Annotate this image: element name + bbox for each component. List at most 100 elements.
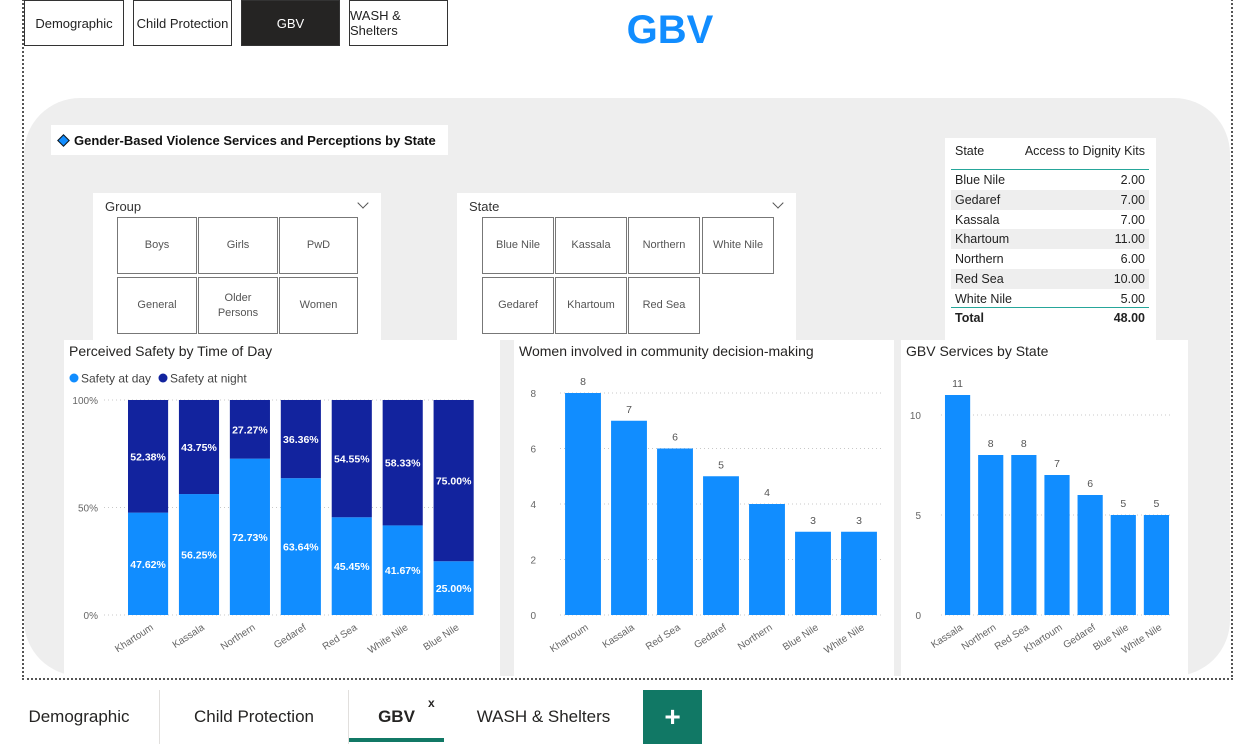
row-state: Kassala <box>955 213 1000 227</box>
bar <box>1077 495 1103 615</box>
x-tick-label: Red Sea <box>321 622 360 653</box>
x-tick-label: Northern <box>960 622 999 652</box>
bar <box>1143 515 1170 615</box>
data-label: 8 <box>1021 438 1027 450</box>
x-tick-label: Red Sea <box>644 622 683 653</box>
x-tick-label: White Nile <box>822 622 867 656</box>
table-row: Blue Nile 2.00 <box>951 170 1149 190</box>
y-tick-label: 0 <box>530 611 536 622</box>
tab-demographic[interactable]: Demographic <box>0 690 158 744</box>
data-label-day: 63.64% <box>283 542 319 554</box>
data-label-night: 54.55% <box>334 454 370 466</box>
data-label: 5 <box>1154 498 1160 510</box>
state-option-khartoum[interactable]: Khartoum <box>555 277 627 334</box>
x-tick-label: Khartoum <box>548 622 590 655</box>
group-slicer[interactable]: Group Boys Girls PwD General Older Perso… <box>93 193 381 340</box>
bar <box>565 393 601 615</box>
y-tick-label: 10 <box>910 411 922 422</box>
table-row: Red Sea 10.00 <box>951 269 1149 289</box>
legend-label-night: Safety at night <box>170 372 247 386</box>
data-label-day: 56.25% <box>181 550 217 562</box>
table-row: Gedaref 7.00 <box>951 190 1149 210</box>
group-option-pwd[interactable]: PwD <box>279 217 358 274</box>
section-header: Gender-Based Violence Services and Perce… <box>51 125 448 155</box>
bar <box>657 448 693 615</box>
data-label: 8 <box>580 376 586 388</box>
tab-wash-shelters[interactable]: WASH & Shelters <box>444 690 643 744</box>
data-label-night: 75.00% <box>436 476 472 488</box>
data-label: 11 <box>952 378 963 390</box>
nav-button-wash-shelters[interactable]: WASH & Shelters <box>349 0 448 46</box>
table-row: White Nile 5.00 <box>951 289 1149 309</box>
row-state: Gedaref <box>955 193 1001 207</box>
x-tick-label: Khartoum <box>113 622 155 655</box>
chart-gbv-services[interactable]: GBV Services by State 0 5 10 11 Kassala 8 Nort… <box>901 340 1188 676</box>
nav-button-gbv[interactable]: GBV <box>241 0 340 46</box>
row-value: 6.00 <box>1120 252 1145 266</box>
data-label: 5 <box>718 459 724 471</box>
data-label-day: 47.62% <box>130 559 166 571</box>
x-tick-label: Gedaref <box>692 622 728 651</box>
bar <box>978 455 1004 615</box>
x-tick-label: White Nile <box>366 622 411 656</box>
chevron-down-icon[interactable] <box>772 197 784 209</box>
nav-button-demographic[interactable]: Demographic <box>24 0 124 46</box>
active-tab-indicator <box>349 738 444 742</box>
chevron-down-icon[interactable] <box>357 197 369 209</box>
y-tick-label: 6 <box>530 445 536 456</box>
row-value: 7.00 <box>1120 193 1145 207</box>
data-label-day: 25.00% <box>436 583 472 595</box>
data-label-day: 41.67% <box>385 565 421 577</box>
state-slicer[interactable]: State Blue Nile Kassala Northern White N… <box>457 193 796 340</box>
col-header-access[interactable]: Access to Dignity Kits <box>1025 144 1145 158</box>
close-icon[interactable]: x <box>428 696 435 710</box>
row-state: Blue Nile <box>955 173 1006 187</box>
group-option-girls[interactable]: Girls <box>198 217 278 274</box>
chart-women-decision-making[interactable]: Women involved in community decision-mak… <box>514 340 894 676</box>
diamond-icon <box>57 133 70 147</box>
row-value: 10.00 <box>1113 272 1145 286</box>
data-label-night: 52.38% <box>130 451 166 463</box>
data-label: 3 <box>856 515 862 527</box>
data-label-day: 45.45% <box>334 561 370 573</box>
tab-child-protection[interactable]: Child Protection <box>160 690 348 744</box>
legend-label-day: Safety at day <box>81 372 151 386</box>
chart-perceived-safety-svg: Safety at day Safety at night 0% 50% 100% 47.… <box>69 372 474 656</box>
x-tick-label: Kassala <box>601 622 637 651</box>
data-label-night: 36.36% <box>283 434 319 446</box>
table-row: Northern 6.00 <box>951 249 1149 269</box>
chart-perceived-safety[interactable]: Perceived Safety by Time of Day Safety a… <box>64 340 500 676</box>
state-option-red-sea[interactable]: Red Sea <box>628 277 700 334</box>
group-option-general[interactable]: General <box>117 277 197 334</box>
state-option-gedaref[interactable]: Gedaref <box>482 277 554 334</box>
table-row: Khartoum 11.00 <box>951 229 1149 249</box>
state-option-blue-nile[interactable]: Blue Nile <box>482 217 554 274</box>
data-label: 6 <box>672 432 678 444</box>
group-option-older-persons[interactable]: Older Persons <box>198 277 278 334</box>
row-state: Northern <box>955 252 1004 266</box>
add-page-button[interactable]: + <box>643 690 702 744</box>
row-value: 5.00 <box>1120 292 1145 306</box>
data-label-night: 27.27% <box>232 424 268 436</box>
row-value: 2.00 <box>1120 173 1145 187</box>
data-label: 8 <box>988 438 994 450</box>
state-option-white-nile[interactable]: White Nile <box>702 217 774 274</box>
state-option-northern[interactable]: Northern <box>628 217 700 274</box>
row-state: Red Sea <box>955 272 1004 286</box>
bar <box>1110 515 1136 615</box>
section-header-text: Gender-Based Violence Services and Perce… <box>74 132 436 148</box>
page-title: GBV <box>626 8 714 52</box>
nav-button-child-protection[interactable]: Child Protection <box>133 0 232 46</box>
state-option-kassala[interactable]: Kassala <box>555 217 627 274</box>
x-tick-label: Kassala <box>929 622 965 651</box>
group-option-women[interactable]: Women <box>279 277 358 334</box>
data-label-night: 43.75% <box>181 442 217 454</box>
data-label: 3 <box>810 515 816 527</box>
group-slicer-label: Group <box>105 199 142 214</box>
col-header-state[interactable]: State <box>955 144 984 158</box>
row-state: Khartoum <box>955 232 1010 246</box>
group-option-boys[interactable]: Boys <box>117 217 197 274</box>
page-tab-bar: Demographic Child Protection GBV WASH & … <box>0 690 1257 744</box>
legend-marker-day <box>69 373 79 383</box>
data-label: 6 <box>1087 478 1093 490</box>
